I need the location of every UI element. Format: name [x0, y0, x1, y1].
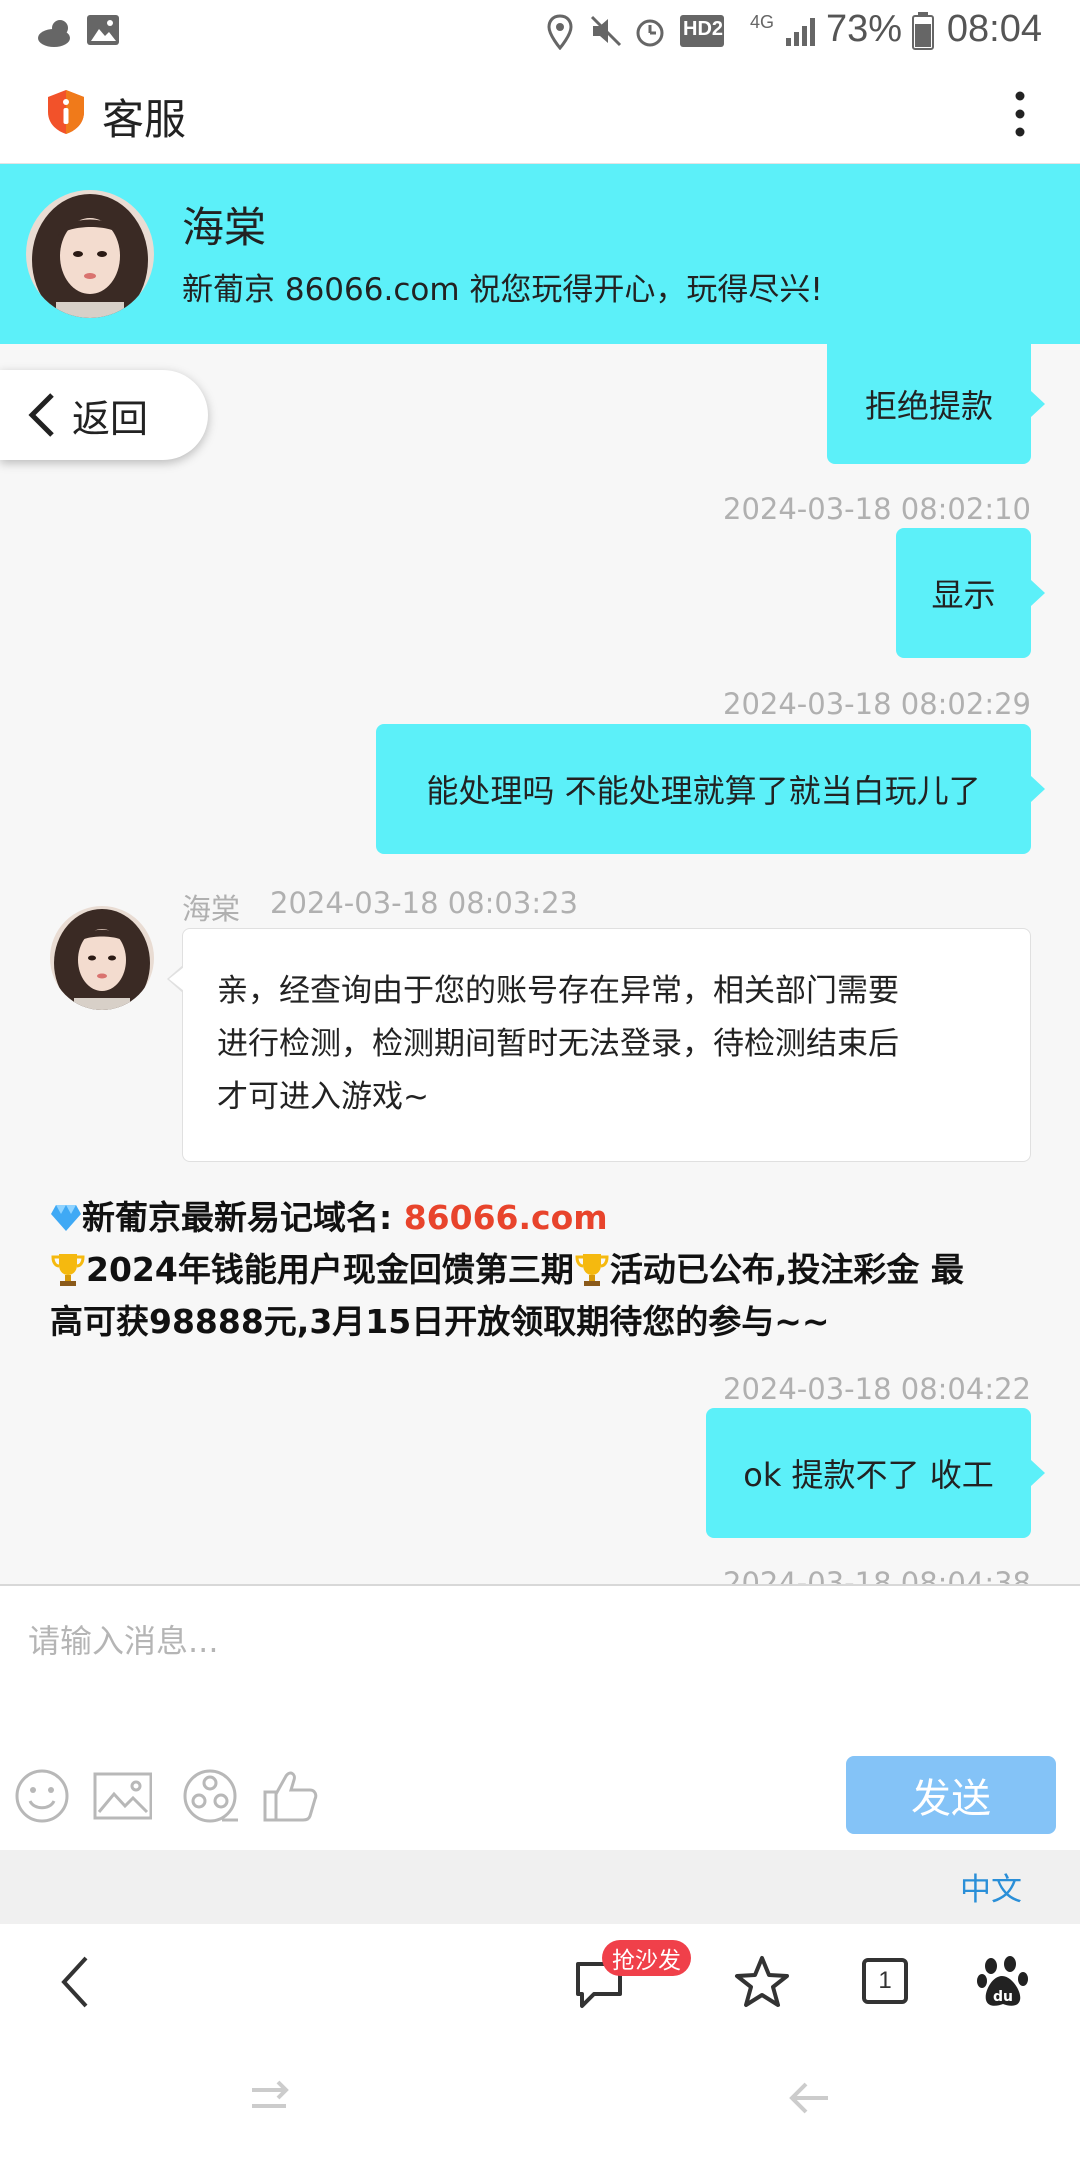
video-reel-icon[interactable] [180, 1766, 240, 1826]
agent-slogan: 新葡京 86066.com 祝您玩得开心，玩得尽兴! [182, 272, 823, 308]
trophy-icon [575, 1254, 609, 1286]
app-bar: 客服 [0, 66, 1080, 164]
notice-domain-link[interactable]: 86066.com [404, 1198, 608, 1237]
notice-text: 2024年钱能用户现金回馈第三期 [86, 1250, 574, 1289]
gallery-icon [87, 15, 119, 45]
promo-notice: 新葡京最新易记域名: 86066.com 2024年钱能用户现金回馈第三期 活动… [50, 1192, 1040, 1348]
battery-icon [912, 12, 934, 50]
thumbs-up-icon[interactable] [260, 1766, 320, 1826]
agent-header: 海棠 新葡京 86066.com 祝您玩得开心，玩得尽兴! [0, 164, 1080, 344]
baidu-paw-icon[interactable]: du [976, 1954, 1030, 2010]
message-input[interactable]: 请输入消息... [28, 1616, 219, 1662]
tab-count: 1 [878, 1967, 892, 1994]
image-icon[interactable] [92, 1766, 152, 1826]
location-icon [547, 14, 573, 50]
system-back-icon[interactable] [786, 2078, 832, 2118]
chevron-left-icon [28, 393, 54, 437]
weather-icon [38, 20, 70, 47]
message-input-area: 请输入消息... 发送 [0, 1584, 1080, 1850]
agent-avatar-small [50, 906, 154, 1010]
message-bubble-out: 显示 [896, 528, 1045, 658]
message-text: 显示 [931, 576, 996, 614]
clock: 08:04 [946, 8, 1042, 50]
message-bubble-out: 拒绝提款 [827, 344, 1045, 464]
message-timestamp: 2024-03-18 08:04:38 [723, 1566, 1031, 1584]
chat-area[interactable]: 拒绝提款 返回 2024-03-18 08:02:10 显示 2024-03-1… [0, 344, 1080, 1584]
message-bubble-out: 能处理吗 不能处理就算了就当白玩儿了 [376, 724, 1045, 854]
signal-icon [786, 18, 815, 46]
emoji-icon[interactable] [12, 1766, 72, 1826]
message-line: 才可进入游戏~ [217, 1079, 429, 1115]
language-toggle[interactable]: 中文 [960, 1864, 1022, 1909]
trophy-icon [51, 1254, 85, 1286]
agent-avatar [26, 190, 154, 318]
browser-back-icon[interactable] [56, 1954, 96, 2010]
message-bubble-in: 亲，经查询由于您的账号存在异常，相关部门需要 进行检测，检测期间暂时无法登录，待… [167, 928, 1031, 1162]
message-text: 能处理吗 不能处理就算了就当白玩儿了 [426, 772, 981, 810]
message-timestamp: 2024-03-18 08:03:23 [270, 886, 578, 920]
message-text: ok 提款不了 收工 [743, 1456, 994, 1494]
notice-text: 活动已公布,投注彩金 最 [609, 1250, 964, 1289]
comment-badge: 抢沙发 [602, 1940, 691, 1976]
agent-name: 海棠 [182, 203, 267, 252]
notice-line-2: 2024年钱能用户现金回馈第三期 活动已公布,投注彩金 最 [50, 1244, 1040, 1296]
status-bar: HD2 4G 73% 08:04 [0, 0, 1080, 66]
page-title: 客服 [102, 95, 187, 144]
back-label: 返回 [72, 396, 149, 441]
message-timestamp: 2024-03-18 08:04:22 [723, 1372, 1031, 1406]
star-icon[interactable] [734, 1954, 790, 2010]
svg-text:du: du [993, 1989, 1013, 2005]
send-button[interactable]: 发送 [846, 1756, 1056, 1834]
back-button[interactable]: 返回 [0, 370, 208, 460]
browser-toolbar: 抢沙发 1 du [0, 1924, 1080, 2034]
network-type: 4G [750, 12, 775, 32]
notice-domain-label: 新葡京最新易记域名: [82, 1198, 404, 1237]
recent-apps-icon[interactable] [246, 2078, 292, 2118]
message-bubble-out: ok 提款不了 收工 [706, 1408, 1045, 1538]
diamond-icon [51, 1205, 81, 1231]
system-nav-bar [0, 2034, 1080, 2160]
tabs-button[interactable]: 1 [862, 1958, 908, 2004]
message-timestamp: 2024-03-18 08:02:29 [723, 687, 1031, 721]
message-text: 拒绝提款 [864, 387, 993, 425]
hd-icon: HD2 [680, 15, 724, 47]
more-menu-icon[interactable] [1008, 88, 1032, 140]
notice-line-3: 高可获98888元,3月15日开放领取期待您的参与~~ [50, 1302, 830, 1341]
sender-name: 海棠 [182, 892, 241, 926]
message-timestamp: 2024-03-18 08:02:10 [723, 492, 1031, 526]
notice-line-1: 新葡京最新易记域名: 86066.com [50, 1192, 1040, 1244]
message-line: 亲，经查询由于您的账号存在异常，相关部门需要 [217, 973, 899, 1009]
language-bar: 中文 [0, 1850, 1080, 1924]
shield-info-icon [48, 90, 84, 134]
message-line: 进行检测，检测期间暂时无法登录，待检测结束后 [217, 1026, 899, 1062]
mute-icon [590, 15, 622, 47]
battery-percent: 73% [825, 8, 902, 50]
alarm-icon [636, 19, 664, 47]
